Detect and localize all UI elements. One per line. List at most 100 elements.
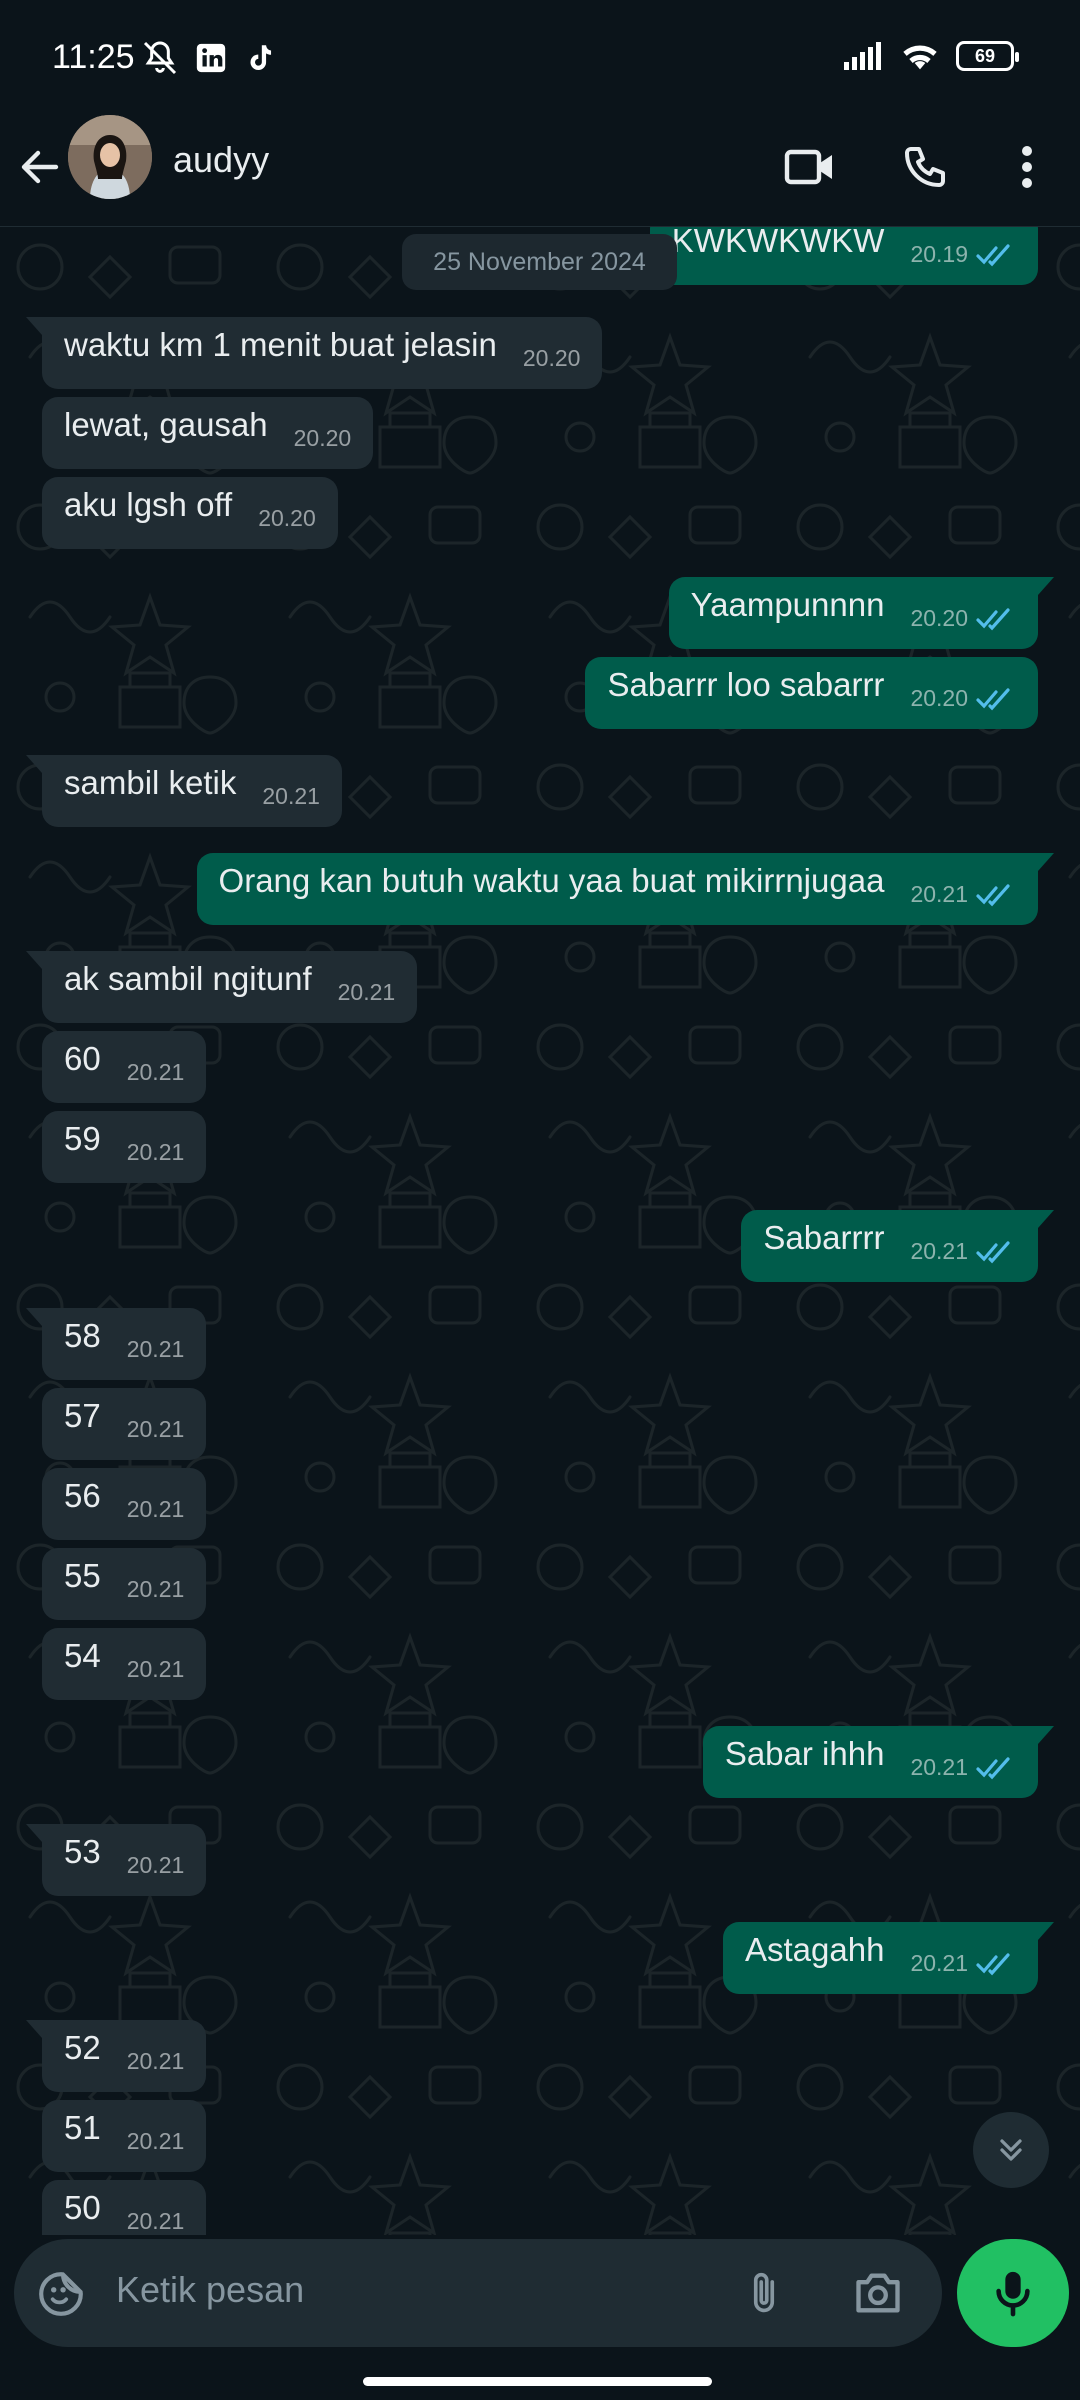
contact-name[interactable]: audyy [173, 139, 269, 181]
incoming-message[interactable]: 59 20.21 [42, 1111, 207, 1183]
message-text: Sabarrr loo sabarrr [607, 666, 885, 703]
avatar[interactable] [68, 115, 152, 199]
message-time: 20.21 [910, 881, 968, 907]
message-text: 52 [64, 2029, 101, 2066]
message-time: 20.21 [126, 1852, 185, 1878]
mic-icon [996, 2271, 1030, 2317]
outgoing-message[interactable]: KWKWKWKW 20.19 [649, 227, 1038, 285]
emoji-sticker-icon[interactable] [36, 2269, 86, 2319]
message-text: 53 [64, 1833, 101, 1870]
incoming-message[interactable]: 55 20.21 [42, 1548, 207, 1620]
message-text: Yaampunnnn [690, 586, 885, 623]
incoming-message[interactable]: sambil ketik 20.21 [26, 755, 342, 827]
message-text: 57 [64, 1397, 101, 1434]
attach-icon[interactable] [742, 2267, 786, 2319]
message-time: 20.21 [910, 1950, 968, 1976]
message-text: KWKWKWKW [671, 227, 885, 259]
voice-call-icon [905, 147, 945, 187]
message-time: 20.21 [910, 1238, 968, 1264]
message-time: 20.20 [258, 505, 316, 531]
message-text: ak sambil ngitunf [64, 960, 312, 997]
message-time: 20.21 [126, 1416, 185, 1442]
message-meta: 20.20 [910, 605, 1016, 632]
incoming-message[interactable]: 56 20.21 [42, 1468, 207, 1540]
message-meta: 20.21 [910, 1950, 1016, 1977]
incoming-message[interactable]: waktu km 1 menit buat jelasin 20.20 [25, 317, 603, 389]
message-time: 20.21 [126, 1139, 185, 1165]
message-time: 20.21 [262, 783, 320, 809]
status-notification-icons [140, 38, 276, 78]
message-input[interactable]: Ketik pesan [14, 2239, 942, 2347]
message-time: 20.21 [126, 2048, 185, 2074]
incoming-message[interactable]: 50 20.21 [42, 2180, 207, 2235]
more-options-icon [1022, 146, 1032, 188]
read-ticks-icon [976, 687, 1010, 710]
outgoing-message[interactable]: Sabarrrr 20.21 [741, 1210, 1054, 1282]
message-text: Sabar ihhh [724, 1735, 885, 1772]
wifi-icon [903, 45, 937, 70]
status-bar: 11:25 69 [0, 0, 1080, 115]
outgoing-message[interactable]: Orang kan butuh waktu yaa buat mikirrnju… [196, 853, 1055, 925]
message-text: aku lgsh off [64, 486, 233, 523]
message-text: sambil ketik [64, 764, 237, 801]
incoming-message[interactable]: 54 20.21 [42, 1628, 207, 1700]
incoming-message[interactable]: 52 20.21 [25, 2020, 207, 2092]
outgoing-message[interactable]: Sabar ihhh 20.21 [702, 1726, 1055, 1798]
voice-message-button[interactable] [957, 2239, 1069, 2347]
camera-icon[interactable] [852, 2269, 904, 2317]
message-text: Sabarrrr [763, 1219, 885, 1256]
read-ticks-icon [976, 1240, 1010, 1263]
incoming-message[interactable]: 57 20.21 [42, 1388, 207, 1460]
message-text: 56 [64, 1477, 101, 1514]
read-ticks-icon [976, 243, 1010, 266]
linkedin-icon [196, 43, 226, 73]
chat-area[interactable]: KWKWKWKW 20.19 25 November 2024 waktu km… [0, 227, 1080, 2235]
home-indicator[interactable] [363, 2377, 712, 2386]
incoming-message[interactable]: 53 20.21 [25, 1824, 207, 1896]
battery-level: 69 [974, 45, 996, 66]
message-time: 20.20 [522, 345, 581, 371]
incoming-message[interactable]: ak sambil ngitunf 20.21 [25, 951, 418, 1023]
message-text: 54 [64, 1637, 101, 1674]
scroll-to-bottom-button[interactable] [973, 2112, 1049, 2188]
incoming-message[interactable]: 58 20.21 [25, 1308, 207, 1380]
video-call-button[interactable] [780, 137, 840, 197]
incoming-message[interactable]: 51 20.21 [42, 2100, 207, 2172]
outgoing-message[interactable]: Astagahh 20.21 [722, 1922, 1055, 1994]
message-meta: 20.20 [910, 685, 1016, 712]
outgoing-message[interactable]: Yaampunnnn 20.20 [668, 577, 1055, 649]
back-button[interactable] [16, 143, 64, 191]
message-meta: 20.21 [910, 881, 1016, 908]
signal-icon [844, 42, 881, 70]
message-meta: 20.19 [910, 241, 1016, 268]
incoming-message[interactable]: aku lgsh off 20.20 [42, 477, 338, 549]
message-time: 20.21 [126, 1576, 185, 1602]
incoming-message[interactable]: lewat, gausah 20.20 [42, 397, 374, 469]
message-time: 20.20 [293, 425, 352, 451]
voice-call-button[interactable] [895, 137, 955, 197]
message-text: waktu km 1 menit buat jelasin [64, 326, 497, 363]
incoming-message[interactable]: 60 20.21 [42, 1031, 207, 1103]
message-text: Astagahh [744, 1931, 885, 1968]
message-time: 20.21 [910, 1754, 968, 1780]
message-meta: 20.21 [910, 1754, 1016, 1781]
read-ticks-icon [976, 883, 1010, 906]
message-meta: 20.21 [910, 1238, 1016, 1265]
message-time: 20.21 [126, 1336, 185, 1362]
message-time: 20.19 [910, 241, 968, 267]
status-system-icons: 69 [842, 40, 1019, 72]
read-ticks-icon [976, 607, 1010, 630]
chat-header: audyy [0, 115, 1080, 227]
message-text: 59 [64, 1120, 101, 1157]
scroll-down-icon [1000, 2139, 1022, 2161]
message-time: 20.20 [910, 605, 968, 631]
message-time: 20.21 [126, 2208, 185, 2234]
more-options-button[interactable] [997, 137, 1057, 197]
message-text: 50 [64, 2189, 101, 2226]
message-text: lewat, gausah [64, 406, 268, 443]
mute-icon [143, 41, 177, 75]
message-text: 51 [64, 2109, 101, 2146]
message-input-placeholder: Ketik pesan [116, 2269, 305, 2310]
status-time: 11:25 [52, 38, 135, 76]
outgoing-message[interactable]: Sabarrr loo sabarrr 20.20 [585, 657, 1038, 729]
